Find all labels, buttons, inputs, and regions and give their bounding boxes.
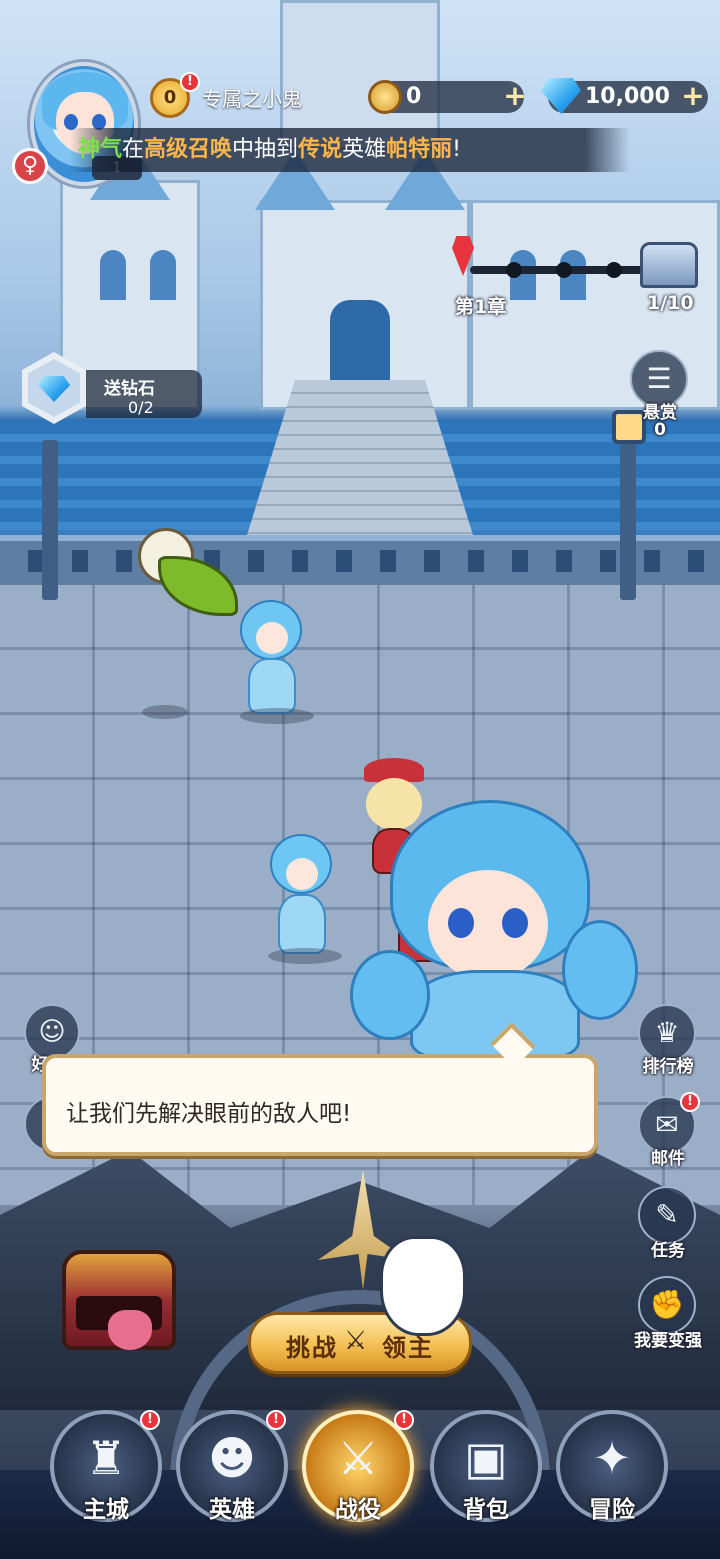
gold-value: 0 bbox=[406, 84, 422, 109]
nav-label: 主城 bbox=[83, 1496, 129, 1523]
enemy-plant-monster[interactable] bbox=[138, 528, 238, 618]
castle-window bbox=[100, 250, 126, 300]
scroll-icon: ✎ bbox=[655, 1198, 679, 1231]
dialog-text: 让我们先解决眼前的敌人吧! bbox=[66, 1101, 352, 1127]
lamp-post bbox=[42, 440, 58, 600]
backpack-icon: ▣ bbox=[464, 1431, 508, 1485]
nav-backpack[interactable]: ▣ 背包 bbox=[430, 1410, 542, 1523]
chapter-node bbox=[506, 262, 522, 278]
gold-coin-icon bbox=[368, 80, 402, 114]
nav-alert-icon: ! bbox=[394, 1410, 414, 1430]
nav-label: 背包 bbox=[463, 1496, 509, 1523]
fist-icon: ✊ bbox=[649, 1288, 685, 1321]
castle-window bbox=[150, 250, 176, 300]
diamond-value: 10,000 bbox=[585, 84, 670, 109]
nav-alert-icon: ! bbox=[266, 1410, 286, 1430]
chest-progress: 1/10 bbox=[647, 292, 694, 314]
chapter-label: 第1章 bbox=[455, 296, 507, 318]
add-diamond-button[interactable]: + bbox=[680, 82, 706, 110]
marquee-pool: 高级召唤 bbox=[144, 137, 233, 162]
friends-icon: ☺ bbox=[38, 1017, 66, 1047]
challenge-label: 挑战 bbox=[286, 1333, 338, 1362]
shadow bbox=[142, 705, 188, 719]
mail-icon: ✉ bbox=[655, 1108, 679, 1141]
marquee-rarity: 传说 bbox=[298, 137, 343, 162]
marquee-player: 神气 bbox=[78, 137, 123, 162]
chapter-node bbox=[556, 262, 572, 278]
mimic-tongue bbox=[108, 1310, 152, 1350]
nav-label: 冒险 bbox=[589, 1496, 635, 1523]
marquee-text: 中抽到 bbox=[232, 137, 299, 162]
quest-label: 任务 bbox=[651, 1241, 685, 1261]
lamp-post bbox=[620, 420, 636, 600]
guide-character-portrait bbox=[350, 800, 640, 1060]
broadcast-marquee: 神气在高级召唤中抽到传说英雄帕特丽! bbox=[70, 128, 630, 172]
add-gold-button[interactable]: + bbox=[502, 82, 528, 110]
get-stronger-label: 我要变强 bbox=[634, 1331, 702, 1351]
nav-label: 英雄 bbox=[209, 1496, 255, 1523]
sword-icon: ⚔ bbox=[337, 1431, 379, 1485]
gender-female-icon: ♀ bbox=[12, 148, 48, 184]
marquee-text: 在 bbox=[122, 137, 145, 162]
crossed-swords-icon: ⚔ bbox=[344, 1326, 368, 1356]
bounty-board-icon: ☰ bbox=[646, 362, 672, 395]
nav-label: 战役 bbox=[335, 1496, 381, 1523]
ranking-label: 排行榜 bbox=[642, 1057, 694, 1077]
hero-blue-slime-girl[interactable] bbox=[232, 600, 312, 718]
shadow bbox=[240, 708, 314, 724]
trophy-icon: ♛ bbox=[654, 1016, 680, 1049]
marquee-text: 英雄 bbox=[342, 137, 387, 162]
chapter-chest-icon[interactable] bbox=[640, 242, 698, 288]
nav-alert-icon: ! bbox=[140, 1410, 160, 1430]
shadow bbox=[268, 948, 342, 964]
tutorial-hand-pointer-icon bbox=[380, 1236, 466, 1336]
nav-adventure[interactable]: ✦ 冒险 bbox=[556, 1410, 668, 1523]
bounty-count: 0 bbox=[654, 420, 666, 440]
gift-progress: 0/2 bbox=[128, 398, 154, 417]
chapter-node bbox=[606, 262, 622, 278]
railing-slots bbox=[0, 550, 720, 572]
castle-icon: ♜ bbox=[85, 1431, 127, 1485]
gift-title: 送钻石 bbox=[104, 379, 155, 399]
rank-alert-icon: ! bbox=[180, 72, 200, 92]
hero-blue-slime-girl[interactable] bbox=[262, 834, 342, 960]
mail-alert-icon: ! bbox=[680, 1092, 700, 1112]
hero-icon: ☻ bbox=[208, 1431, 256, 1485]
player-name: 专属之小鬼 bbox=[202, 87, 302, 111]
marquee-hero: 帕特丽 bbox=[386, 137, 453, 162]
marquee-text: ! bbox=[452, 137, 461, 162]
mail-label: 邮件 bbox=[651, 1149, 685, 1169]
adventure-icon: ✦ bbox=[592, 1431, 632, 1485]
